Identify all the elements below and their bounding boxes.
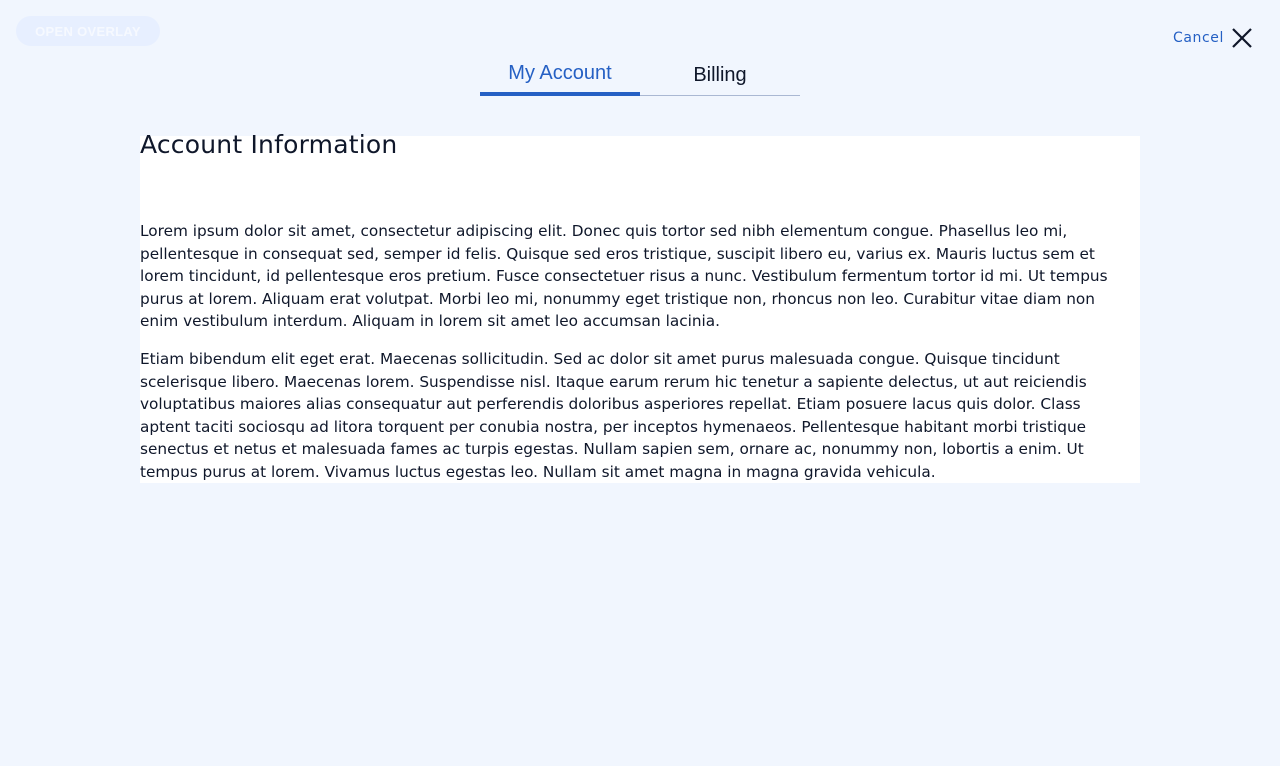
cancel-button[interactable]: Cancel [1173,24,1254,52]
account-information-title: Account Information [140,130,398,159]
cancel-label: Cancel [1172,30,1224,46]
account-tabs: My Account Billing [480,56,800,96]
tab-my-account[interactable]: My Account [480,56,640,96]
close-icon [1232,28,1252,48]
account-paragraph-2: Etiam bibendum elit eget erat. Maecenas … [140,350,1087,481]
tab-billing[interactable]: Billing [640,56,800,96]
open-overlay-button[interactable]: OPEN OVERLAY [16,16,160,46]
account-paragraph-1: Lorem ipsum dolor sit amet, consectetur … [140,222,1108,330]
account-information-panel: Account Information Lorem ipsum dolor si… [140,130,1140,483]
